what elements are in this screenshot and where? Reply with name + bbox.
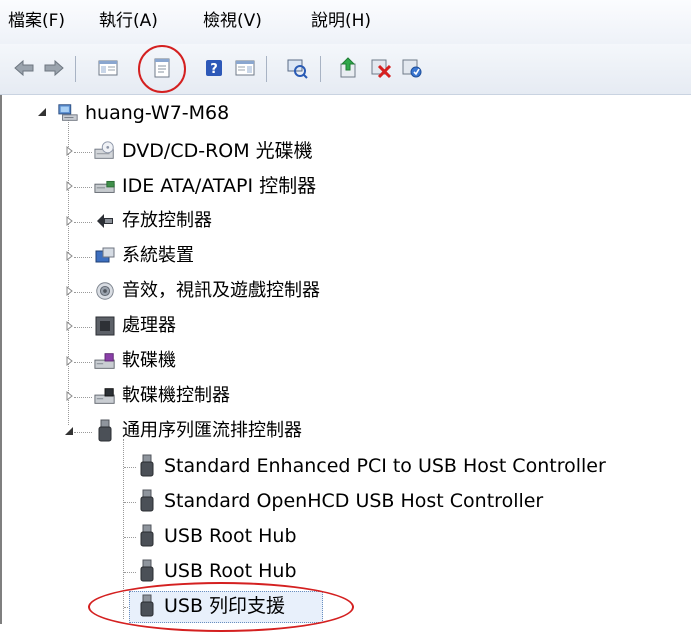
tree-guide-line xyxy=(74,432,92,434)
usb-plug-icon xyxy=(136,454,158,477)
tree-guide-line xyxy=(74,152,92,154)
tree-root-computer[interactable]: huang-W7-M68 xyxy=(57,97,229,129)
menu-help[interactable]: 說明(H) xyxy=(311,9,371,33)
tree-item-label: USB Root Hub xyxy=(164,560,297,582)
dvd-drive-icon xyxy=(94,140,116,162)
speaker-icon xyxy=(94,280,116,302)
forward-arrow-icon[interactable] xyxy=(42,56,66,80)
usb-plug-icon xyxy=(136,524,158,547)
tree-guide-line xyxy=(74,362,92,364)
tree-item-label: 音效，視訊及遊戲控制器 xyxy=(122,280,320,301)
tree-item-dvd-cdrom[interactable]: DVD/CD-ROM 光碟機 xyxy=(94,135,313,167)
expand-icon[interactable] xyxy=(64,355,76,367)
tree-item-label: 軟碟機控制器 xyxy=(122,385,230,406)
tree-item-label: USB Root Hub xyxy=(164,525,297,547)
tree-item-label: 處理器 xyxy=(122,315,176,336)
tree-item-floppy-controllers[interactable]: 軟碟機控制器 xyxy=(94,380,230,412)
toolbar-separator xyxy=(320,56,321,82)
update-driver-icon[interactable] xyxy=(337,56,361,80)
collapse-icon[interactable] xyxy=(63,425,75,437)
svg-text:?: ? xyxy=(210,62,218,77)
help-icon[interactable]: ? xyxy=(202,56,226,80)
tree-guide-line xyxy=(74,327,92,329)
tree-item-label: 軟碟機 xyxy=(122,350,176,371)
tree-item-floppy-drives[interactable]: 軟碟機 xyxy=(94,345,176,377)
storage-controller-icon xyxy=(94,210,116,232)
menu-action[interactable]: 執行(A) xyxy=(99,9,158,33)
tree-item-usb-controllers[interactable]: 通用序列匯流排控制器 xyxy=(94,415,302,447)
menu-bar: 檔案(F) 執行(A) 檢視(V) 說明(H) xyxy=(0,0,691,44)
expand-icon[interactable] xyxy=(64,250,76,262)
expand-icon[interactable] xyxy=(64,145,76,157)
toolbar-separator xyxy=(75,56,76,82)
expand-icon[interactable] xyxy=(64,215,76,227)
tree-item-label: Standard Enhanced PCI to USB Host Contro… xyxy=(164,455,606,477)
tree-item-processors[interactable]: 處理器 xyxy=(94,310,176,342)
tree-item-ide-ata[interactable]: IDE ATA/ATAPI 控制器 xyxy=(94,170,316,202)
usb-child-openhcd[interactable]: Standard OpenHCD USB Host Controller xyxy=(136,485,543,517)
usb-plug-icon xyxy=(136,559,158,582)
uninstall-icon[interactable] xyxy=(369,56,393,80)
tree-guide-line xyxy=(74,397,92,399)
tree-item-label: 系統裝置 xyxy=(122,245,194,266)
system-devices-icon xyxy=(94,245,116,267)
tree-item-label: 存放控制器 xyxy=(122,210,212,231)
usb-child-enhanced-pci[interactable]: Standard Enhanced PCI to USB Host Contro… xyxy=(136,450,606,482)
tree-guide-line xyxy=(74,222,92,224)
tree-item-label: Standard OpenHCD USB Host Controller xyxy=(164,490,544,512)
usb-plug-icon xyxy=(136,489,158,512)
floppy-drive-icon xyxy=(94,350,116,372)
tree-item-label: IDE ATA/ATAPI 控制器 xyxy=(122,175,317,197)
show-hide-tree-icon[interactable] xyxy=(96,56,120,80)
expand-icon[interactable] xyxy=(64,180,76,192)
usb-plug-icon xyxy=(94,419,116,442)
tree-guide-line xyxy=(74,187,92,189)
properties-highlight-circle xyxy=(138,45,186,93)
computer-icon xyxy=(57,102,79,124)
tree-item-system-devices[interactable]: 系統裝置 xyxy=(94,240,194,272)
tree-item-storage-controller[interactable]: 存放控制器 xyxy=(94,205,212,237)
scan-hardware-icon[interactable] xyxy=(285,56,309,80)
expand-icon[interactable] xyxy=(64,285,76,297)
tree-guide-line xyxy=(68,119,70,425)
device-tree: huang-W7-M68 DVD/CD-ROM 光碟機 IDE ATA/ATAP… xyxy=(0,95,691,632)
tree-item-sound-video[interactable]: 音效，視訊及遊戲控制器 xyxy=(94,275,320,307)
ide-controller-icon xyxy=(94,175,116,197)
collapse-root-icon[interactable] xyxy=(36,106,48,118)
tree-guide-line xyxy=(74,292,92,294)
toolbar-separator xyxy=(266,56,267,82)
tree-item-label: DVD/CD-ROM 光碟機 xyxy=(122,140,313,162)
print-support-highlight-circle xyxy=(88,582,354,632)
tree-guide-line xyxy=(124,502,136,504)
expand-icon[interactable] xyxy=(64,320,76,332)
floppy-controller-icon xyxy=(94,385,116,407)
tree-guide-line xyxy=(124,467,136,469)
expand-icon[interactable] xyxy=(64,390,76,402)
menu-file[interactable]: 檔案(F) xyxy=(8,9,65,33)
processor-icon xyxy=(94,315,116,337)
tree-guide-line xyxy=(124,572,136,574)
menu-view[interactable]: 檢視(V) xyxy=(203,9,262,33)
tree-guide-line xyxy=(124,537,136,539)
usb-child-root-hub-1[interactable]: USB Root Hub xyxy=(136,520,297,552)
tree-item-label: 通用序列匯流排控制器 xyxy=(122,420,302,441)
toolbar: ? xyxy=(0,44,691,95)
back-arrow-icon[interactable] xyxy=(12,56,36,80)
tree-guide-line xyxy=(74,257,92,259)
root-computer-label: huang-W7-M68 xyxy=(85,102,230,124)
console-view-icon[interactable] xyxy=(233,56,257,80)
enable-device-icon[interactable] xyxy=(400,56,424,80)
